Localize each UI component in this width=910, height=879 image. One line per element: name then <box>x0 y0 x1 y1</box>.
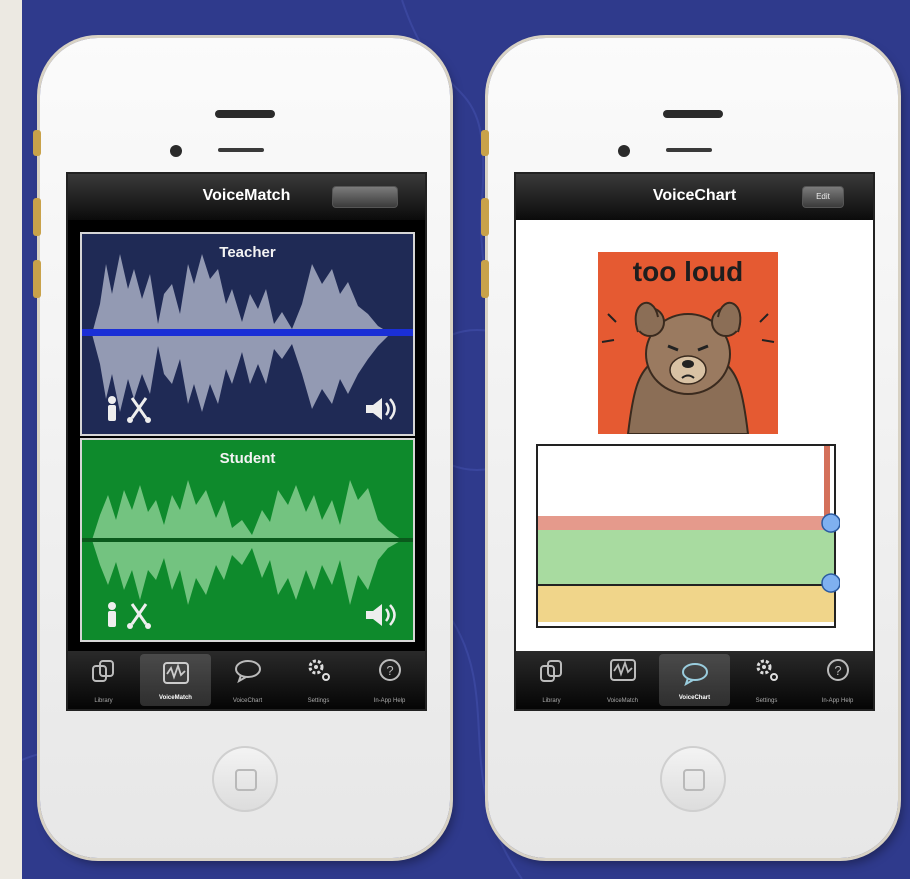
tab-help[interactable]: ? In-App Help <box>802 651 873 709</box>
right-screen: VoiceChart Edit too loud Library VoiceMa… <box>514 172 875 711</box>
bear-illustration-icon <box>601 301 775 434</box>
tab-library-label: Library <box>94 698 113 704</box>
student-panel: Student <box>80 438 415 642</box>
home-button[interactable] <box>660 746 726 812</box>
teacher-panel: Teacher <box>80 232 415 436</box>
help-icon: ? <box>826 659 849 681</box>
tab-help[interactable]: ? In-App Help <box>354 651 425 709</box>
student-label: Student <box>219 450 276 467</box>
meter-zone-top <box>538 446 834 516</box>
upper-threshold-handle[interactable] <box>820 512 840 534</box>
tab-bar: Library VoiceMatch VoiceChart Settings ?… <box>516 651 873 709</box>
mute-switch <box>33 130 41 156</box>
card-text: too loud <box>632 256 744 287</box>
earpiece-speaker <box>215 110 275 118</box>
volume-up-button <box>481 198 489 236</box>
left-screen: VoiceMatch Teacher Student Library Voice… <box>66 172 427 711</box>
lower-threshold-handle[interactable] <box>820 572 840 594</box>
tab-library-label: Library <box>542 698 561 704</box>
volume-down-button <box>481 260 489 298</box>
proximity-sensor <box>666 148 712 152</box>
tab-voicechart-label: VoiceChart <box>232 698 263 704</box>
student-record-controls <box>108 602 151 629</box>
tab-help-label: In-App Help <box>373 698 406 704</box>
volume-down-button <box>33 260 41 298</box>
svg-text:?: ? <box>386 663 393 678</box>
mute-switch <box>481 130 489 156</box>
teacher-speaker-icon[interactable] <box>364 396 400 422</box>
teacher-label: Teacher <box>219 244 276 261</box>
tab-help-label: In-App Help <box>821 698 854 704</box>
volume-meter <box>536 444 840 628</box>
gear-icon <box>756 659 778 681</box>
tab-bar: Library VoiceMatch VoiceChart Settings ?… <box>68 651 425 709</box>
tab-library[interactable]: Library <box>68 651 139 709</box>
left-phone: VoiceMatch Teacher Student Library Voice… <box>33 38 450 858</box>
proximity-sensor <box>218 148 264 152</box>
right-phone: VoiceChart Edit too loud Library VoiceMa… <box>481 38 898 858</box>
edit-button[interactable]: Edit <box>802 186 844 208</box>
volume-up-button <box>33 198 41 236</box>
too-loud-card[interactable]: too loud <box>598 252 778 434</box>
nav-segmented-button[interactable] <box>332 186 398 208</box>
front-camera <box>618 145 630 157</box>
tab-voicechart[interactable]: VoiceChart <box>212 651 283 709</box>
home-button[interactable] <box>212 746 278 812</box>
tab-voicematch[interactable]: VoiceMatch <box>587 651 658 709</box>
tab-library[interactable]: Library <box>516 651 587 709</box>
meter-zone-too-loud <box>538 516 834 530</box>
left-margin-strip <box>0 0 22 879</box>
waveform-icon <box>162 662 189 684</box>
teacher-record-controls <box>108 396 151 423</box>
home-square-icon <box>683 769 705 791</box>
library-icon <box>91 660 114 682</box>
student-speaker-icon[interactable] <box>364 602 400 628</box>
home-square-icon <box>235 769 257 791</box>
speech-bubble-icon <box>681 663 708 687</box>
tab-settings-label: Settings <box>307 698 330 704</box>
waveform-icon <box>609 659 636 681</box>
tab-settings[interactable]: Settings <box>731 651 802 709</box>
nav-bar: VoiceMatch <box>68 174 425 220</box>
tab-settings-label: Settings <box>755 698 778 704</box>
tab-voicechart-label: VoiceChart <box>678 695 711 701</box>
library-icon <box>539 660 562 682</box>
meter-zone-quiet <box>538 584 834 622</box>
meter-zone-good <box>538 530 834 584</box>
tab-voicematch-label: VoiceMatch <box>606 698 639 704</box>
tab-settings[interactable]: Settings <box>283 651 354 709</box>
tab-voicematch-label: VoiceMatch <box>159 695 192 701</box>
tab-voicematch[interactable]: VoiceMatch <box>140 654 211 706</box>
speech-bubble-icon <box>234 660 261 684</box>
earpiece-speaker <box>663 110 723 118</box>
front-camera <box>170 145 182 157</box>
help-icon: ? <box>378 659 401 681</box>
meter-divider <box>538 584 834 586</box>
tab-voicechart[interactable]: VoiceChart <box>659 654 730 706</box>
svg-text:?: ? <box>834 663 841 678</box>
gear-icon <box>308 659 330 681</box>
nav-bar: VoiceChart Edit <box>516 174 873 220</box>
